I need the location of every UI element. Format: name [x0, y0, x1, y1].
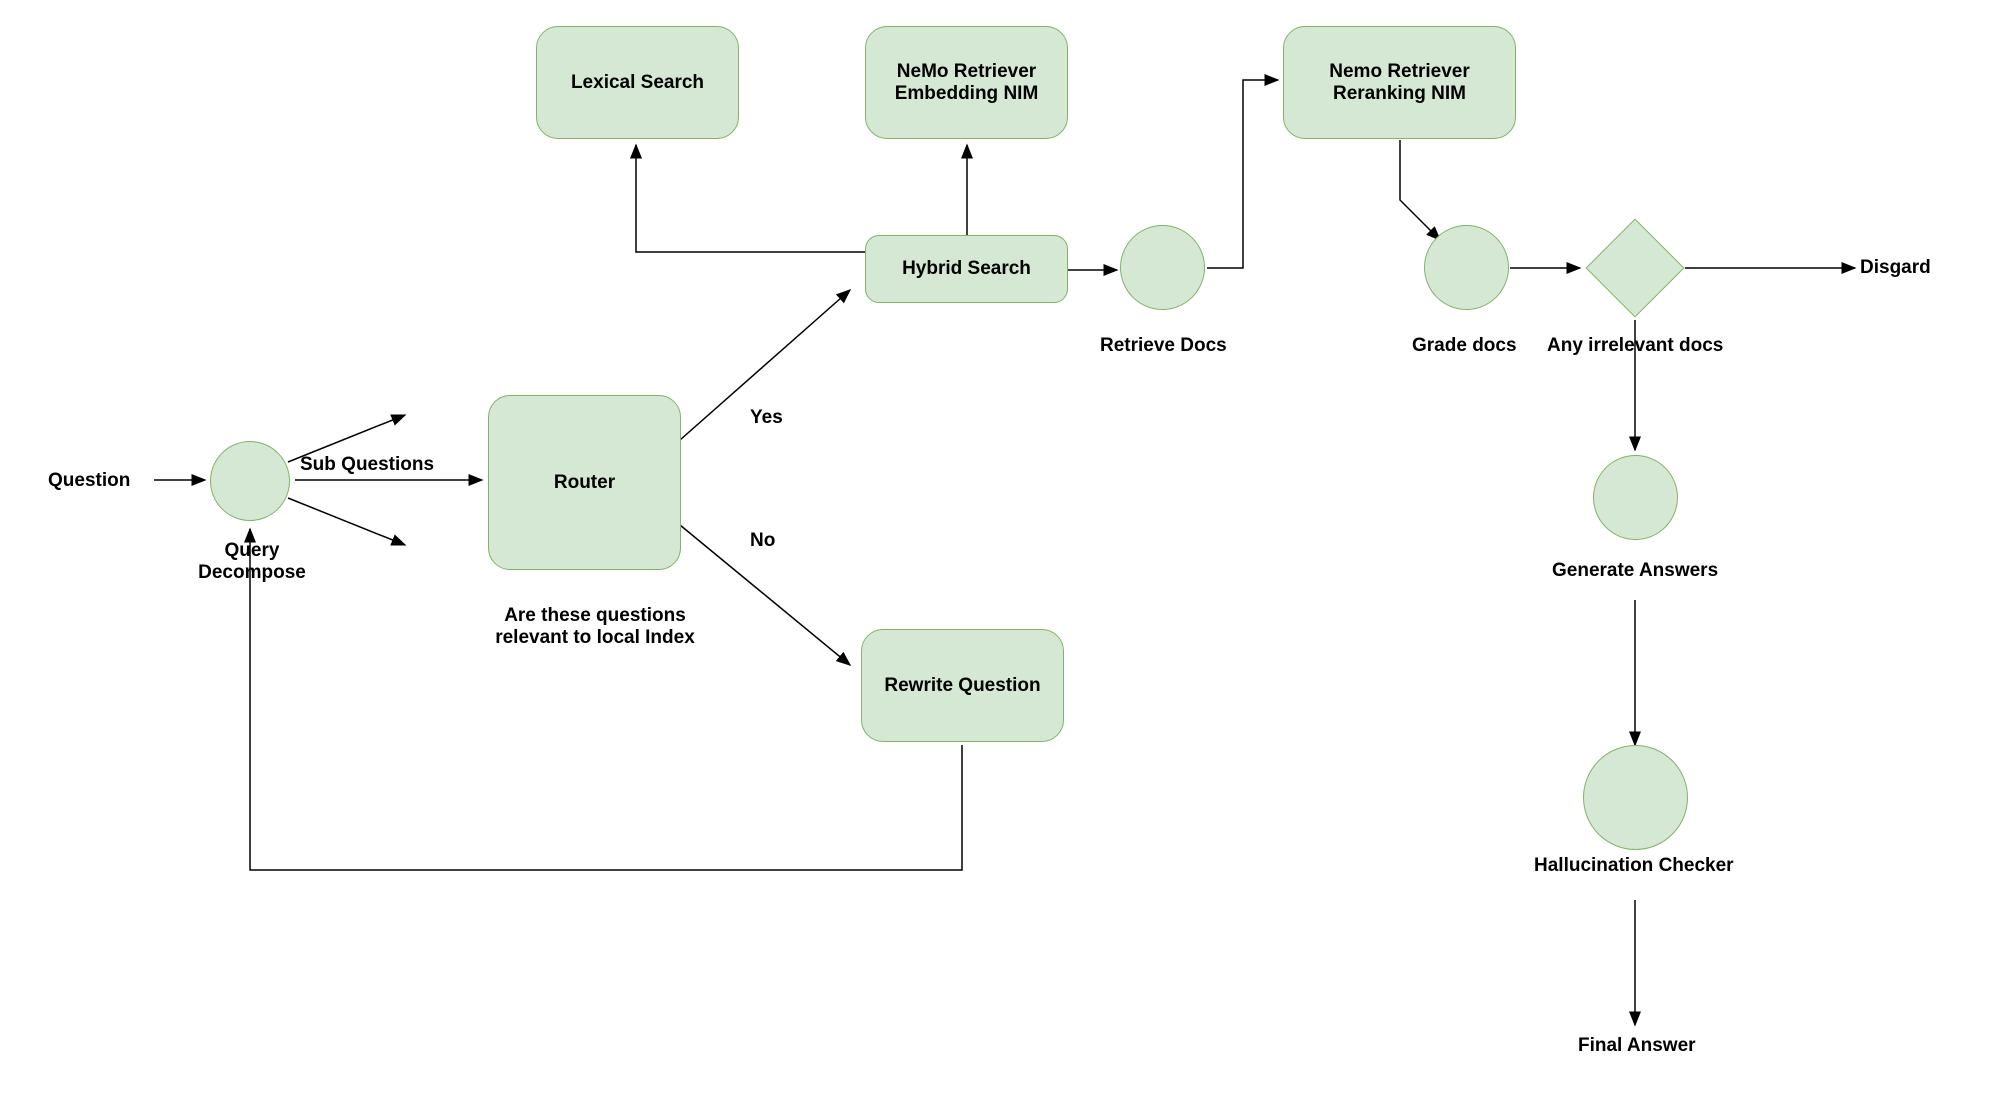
retrieve-docs-label: Retrieve Docs — [1100, 335, 1227, 357]
any-irrelevant-node — [1586, 219, 1685, 318]
grade-docs-node — [1424, 225, 1509, 310]
generate-answers-node — [1593, 455, 1678, 540]
discard-label: Disgard — [1860, 257, 1931, 279]
router-text: Router — [554, 472, 615, 494]
hallucination-checker-node — [1583, 745, 1688, 850]
final-answer-label: Final Answer — [1578, 1035, 1696, 1057]
nemo-reranking-text: Nemo Retriever Reranking NIM — [1329, 61, 1469, 105]
hallucination-checker-label: Hallucination Checker — [1534, 855, 1734, 877]
router-node: Router — [488, 395, 681, 570]
retrieve-docs-node — [1120, 225, 1205, 310]
query-decompose-node — [210, 441, 290, 521]
rewrite-question-text: Rewrite Question — [884, 675, 1040, 697]
question-label: Question — [48, 470, 130, 492]
router-caption-label: Are these questions relevant to local In… — [475, 605, 715, 649]
rewrite-question-node: Rewrite Question — [861, 629, 1064, 742]
query-decompose-label: Query Decompose — [197, 540, 307, 584]
grade-docs-label: Grade docs — [1412, 335, 1517, 357]
lexical-search-node: Lexical Search — [536, 26, 739, 139]
nemo-embedding-node: NeMo Retriever Embedding NIM — [865, 26, 1068, 139]
yes-label: Yes — [750, 407, 783, 429]
any-irrelevant-label: Any irrelevant docs — [1547, 335, 1723, 357]
lexical-search-text: Lexical Search — [571, 72, 704, 94]
nemo-embedding-text: NeMo Retriever Embedding NIM — [895, 61, 1039, 105]
no-label: No — [750, 530, 775, 552]
hybrid-search-text: Hybrid Search — [902, 258, 1031, 280]
hybrid-search-node: Hybrid Search — [865, 235, 1068, 303]
sub-questions-label: Sub Questions — [300, 454, 434, 476]
nemo-reranking-node: Nemo Retriever Reranking NIM — [1283, 26, 1516, 139]
generate-answers-label: Generate Answers — [1552, 560, 1718, 582]
